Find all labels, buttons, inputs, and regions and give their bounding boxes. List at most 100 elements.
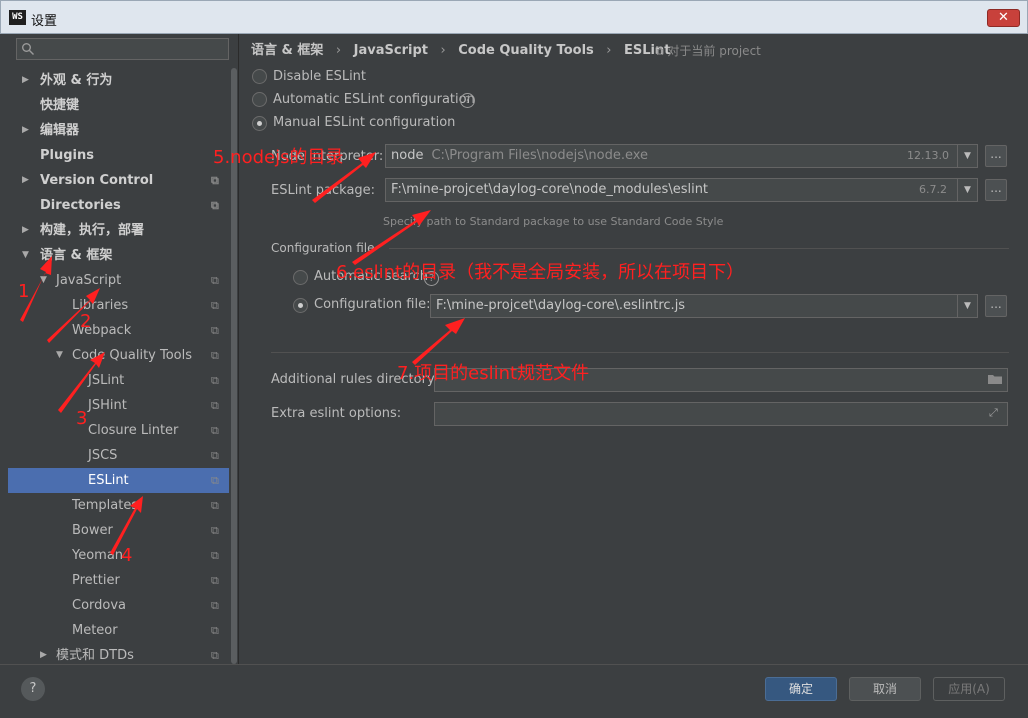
sidebar-tree-item[interactable]: Prettier ⧉ <box>8 568 238 593</box>
chevron-down-icon[interactable]: ▼ <box>957 145 977 167</box>
dialog-button-bar: ? 确定 取消 应用(A) <box>0 664 1028 718</box>
sidebar-tree-item[interactable]: JSLint ⧉ <box>8 368 238 393</box>
node-interpreter-path: C:\Program Files\nodejs\node.exe <box>431 148 649 163</box>
eslint-package-select[interactable]: F:\mine-projcet\daylog-core\node_modules… <box>385 178 978 202</box>
sidebar-tree-item-label: Meteor <box>72 623 118 638</box>
sidebar-tree-item[interactable]: ▼ 语言 & 框架 <box>8 243 238 268</box>
chevron-right-icon[interactable]: ▶ <box>22 68 34 93</box>
sidebar-tree-item-label: 外观 & 行为 <box>40 73 113 88</box>
configuration-file-value: F:\mine-projcet\daylog-core\.eslintrc.js <box>436 298 686 313</box>
annotation-label-4: 4 <box>121 545 133 566</box>
sidebar-tree-item[interactable]: Plugins <box>8 143 238 168</box>
sidebar-tree-item-label: Plugins <box>40 148 94 163</box>
sidebar-tree-item[interactable]: Libraries ⧉ <box>8 293 238 318</box>
chevron-down-icon[interactable]: ▼ <box>40 268 52 293</box>
help-button[interactable]: ? <box>21 677 45 701</box>
extra-eslint-options-input[interactable]: ⤢ <box>434 402 1008 426</box>
chevron-down-icon[interactable]: ▼ <box>22 243 34 268</box>
breadcrumb-separator: › <box>440 43 446 58</box>
eslint-package-hint: Specify path to Standard package to use … <box>383 215 724 228</box>
sidebar-tree-item-label: Cordova <box>72 598 127 613</box>
eslint-package-browse-button[interactable]: ... <box>985 179 1007 201</box>
project-level-copy-icon: ⧉ <box>211 624 219 637</box>
node-interpreter-select[interactable]: node C:\Program Files\nodejs\node.exe 12.… <box>385 144 978 168</box>
chevron-right-icon[interactable]: ▶ <box>22 218 34 243</box>
sidebar-tree-item-label: Yeoman <box>72 548 124 563</box>
breadcrumb-item: JavaScript <box>353 43 428 58</box>
apply-button[interactable]: 应用(A) <box>933 677 1005 701</box>
annotation-label-1: 1 <box>18 281 30 302</box>
project-level-copy-icon: ⧉ <box>211 299 219 312</box>
breadcrumb-separator: › <box>335 43 342 58</box>
chevron-down-icon[interactable]: ▼ <box>957 179 977 201</box>
project-level-copy-icon: ⧉ <box>211 574 219 587</box>
close-window-button[interactable]: ✕ <box>987 9 1020 27</box>
sidebar-tree-item[interactable]: ESLint ⧉ <box>8 468 238 493</box>
title-bar: WS 设置 ✕ <box>0 0 1028 34</box>
sidebar-tree-item[interactable]: Closure Linter ⧉ <box>8 418 238 443</box>
sidebar-tree-item-label: Closure Linter <box>88 423 179 438</box>
chevron-down-icon[interactable]: ▼ <box>56 343 68 368</box>
sidebar-tree-item[interactable]: Templates ⧉ <box>8 493 238 518</box>
configuration-file-browse-button[interactable]: ... <box>985 295 1007 317</box>
ok-button[interactable]: 确定 <box>765 677 837 701</box>
manual-eslint-radio[interactable] <box>252 116 267 131</box>
eslint-settings-panel: 语言 & 框架 › JavaScript › Code Quality Tool… <box>238 34 1020 664</box>
project-level-copy-icon: ⧉ <box>211 374 219 387</box>
help-icon[interactable]: ? <box>460 93 475 108</box>
sidebar-tree-item[interactable]: Bower ⧉ <box>8 518 238 543</box>
project-level-copy-icon: ⧉ <box>211 499 219 512</box>
section-divider <box>389 248 1009 249</box>
manual-eslint-label[interactable]: Manual ESLint configuration <box>273 115 455 130</box>
automatic-search-radio[interactable] <box>293 270 308 285</box>
project-level-copy-icon: ⧉ <box>211 174 219 187</box>
sidebar-tree-item[interactable]: ▶ 外观 & 行为 <box>8 68 238 93</box>
chevron-down-icon[interactable]: ▼ <box>957 295 977 317</box>
project-level-copy-icon: ⧉ <box>211 349 219 362</box>
sidebar-tree-item[interactable]: ▼ JavaScript ⧉ <box>8 268 238 293</box>
sidebar-tree-item-label: Prettier <box>72 573 120 588</box>
copy-icon: ⧉ <box>655 44 664 58</box>
sidebar-tree-item[interactable]: ▶ 编辑器 <box>8 118 238 143</box>
node-interpreter-browse-button[interactable]: ... <box>985 145 1007 167</box>
sidebar-tree-item-label: 语言 & 框架 <box>40 248 113 263</box>
section-divider <box>271 352 1009 353</box>
chevron-right-icon[interactable]: ▶ <box>22 118 34 143</box>
sidebar-tree-item[interactable]: Cordova ⧉ <box>8 593 238 618</box>
configuration-file-select[interactable]: F:\mine-projcet\daylog-core\.eslintrc.js… <box>430 294 978 318</box>
chevron-right-icon[interactable]: ▶ <box>22 168 34 193</box>
window-title: 设置 <box>31 14 58 29</box>
sidebar-tree-item[interactable]: JSCS ⧉ <box>8 443 238 468</box>
sidebar-tree-item-label: Version Control <box>40 173 154 188</box>
sidebar-tree-item[interactable]: Webpack ⧉ <box>8 318 238 343</box>
annotation-label-7: 7.项目的eslint规范文件 <box>397 363 590 384</box>
project-level-copy-icon: ⧉ <box>211 599 219 612</box>
search-input[interactable] <box>16 38 229 60</box>
sidebar-tree-item[interactable]: ▶ 构建，执行，部署 <box>8 218 238 243</box>
sidebar-tree-item-label: Templates <box>72 498 139 513</box>
sidebar-tree-item[interactable]: Directories ⧉ <box>8 193 238 218</box>
configuration-file-radio[interactable] <box>293 298 308 313</box>
annotation-label-5: 5.nodejs的目录 <box>213 147 344 168</box>
sidebar-tree-item[interactable]: ▶ Version Control ⧉ <box>8 168 238 193</box>
eslint-package-label: ESLint package: <box>271 183 376 198</box>
project-level-copy-icon: ⧉ <box>211 424 219 437</box>
folder-icon[interactable] <box>987 372 1003 386</box>
expand-icon[interactable]: ⤢ <box>989 406 1003 420</box>
project-scope-label: ⧉ 对于当前 project <box>655 42 761 59</box>
cancel-button[interactable]: 取消 <box>849 677 921 701</box>
webstorm-app-icon: WS <box>9 10 26 25</box>
sidebar-tree-item[interactable]: Meteor ⧉ <box>8 618 238 643</box>
sidebar-tree-item-label: JSHint <box>88 398 127 413</box>
scope-text: 对于当前 project <box>667 44 761 58</box>
automatic-eslint-radio[interactable] <box>252 92 267 107</box>
disable-eslint-label[interactable]: Disable ESLint <box>273 69 366 84</box>
disable-eslint-radio[interactable] <box>252 69 267 84</box>
sidebar-tree-item[interactable]: 快捷键 <box>8 93 238 118</box>
configuration-file-label[interactable]: Configuration file: <box>314 297 430 312</box>
sidebar-tree-item-label: JavaScript <box>56 273 122 288</box>
automatic-eslint-label[interactable]: Automatic ESLint configuration <box>273 92 475 107</box>
sidebar-tree-item[interactable]: JSHint ⧉ <box>8 393 238 418</box>
project-level-copy-icon: ⧉ <box>211 399 219 412</box>
sidebar-tree-item[interactable]: ▼ Code Quality Tools ⧉ <box>8 343 238 368</box>
